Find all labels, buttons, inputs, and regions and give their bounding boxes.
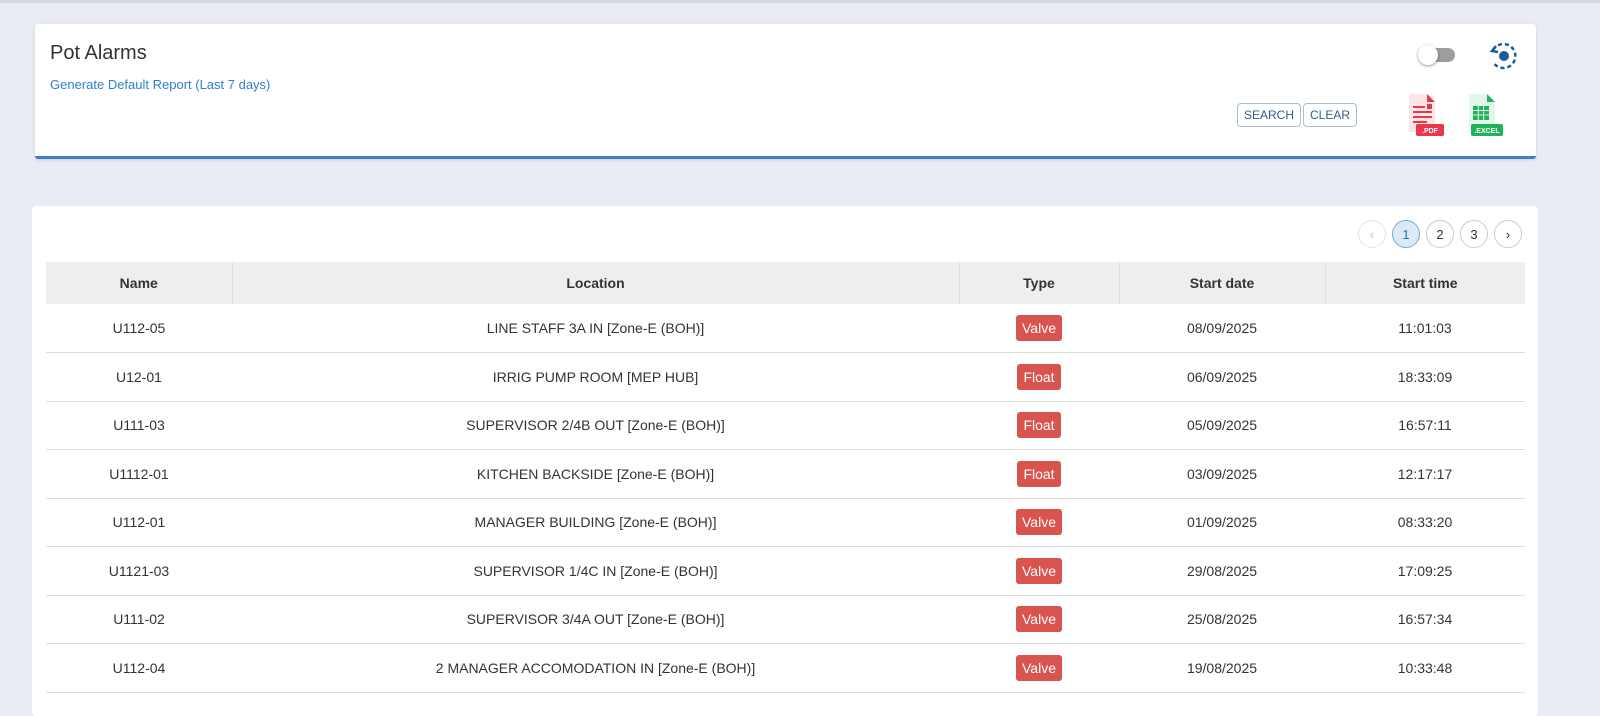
cell-start-date: 29/08/2025 [1119, 546, 1325, 596]
toggle-switch[interactable] [1418, 45, 1455, 65]
page-title: Pot Alarms [50, 42, 147, 64]
alarms-table: Name Location Type Start date Start time… [46, 262, 1525, 693]
cell-start-date: 25/08/2025 [1119, 595, 1325, 644]
next-page-button[interactable]: › [1494, 220, 1522, 248]
prev-page-button[interactable]: ‹ [1358, 220, 1386, 248]
search-button[interactable]: SEARCH [1237, 103, 1302, 127]
cell-start-date: 03/09/2025 [1119, 449, 1325, 499]
generate-default-report-link[interactable]: Generate Default Report (Last 7 days) [50, 77, 270, 92]
cell-location: KITCHEN BACKSIDE [Zone-E (BOH)] [232, 449, 959, 499]
svg-text:.PDF: .PDF [1422, 128, 1439, 135]
table-row[interactable]: U111-03 SUPERVISOR 2/4B OUT [Zone-E (BOH)… [46, 401, 1525, 450]
column-header-location[interactable]: Location [231, 262, 959, 304]
type-badge: Valve [1016, 509, 1062, 536]
cell-type: Valve [959, 304, 1119, 353]
cell-start-date: 19/08/2025 [1119, 643, 1325, 693]
results-card: ‹ 1 2 3 › Name Location Type Start date … [32, 206, 1538, 716]
cell-name: U1121-03 [46, 546, 232, 596]
page-1-button[interactable]: 1 [1392, 220, 1420, 248]
column-header-name[interactable]: Name [46, 262, 232, 304]
table-row[interactable]: U111-02 SUPERVISOR 3/4A OUT [Zone-E (BOH)… [46, 595, 1525, 644]
column-header-start-date[interactable]: Start date [1118, 262, 1325, 304]
type-badge: Float [1017, 412, 1061, 439]
type-badge: Float [1017, 460, 1061, 487]
cell-name: U1112-01 [46, 449, 232, 499]
table-row[interactable]: U1121-03 SUPERVISOR 1/4C IN [Zone-E (BOH)… [46, 546, 1525, 596]
table-row[interactable]: U112-04 2 MANAGER ACCOMODATION IN [Zone-E… [46, 643, 1525, 693]
cell-start-time: 10:33:48 [1325, 643, 1525, 693]
cell-type: Valve [959, 546, 1119, 596]
cell-location: SUPERVISOR 3/4A OUT [Zone-E (BOH)] [232, 595, 959, 644]
cell-start-date: 06/09/2025 [1119, 352, 1325, 402]
column-header-start-time[interactable]: Start time [1324, 262, 1525, 304]
type-badge: Valve [1016, 606, 1062, 633]
cell-start-time: 16:57:11 [1325, 401, 1525, 450]
page-2-button[interactable]: 2 [1426, 220, 1454, 248]
cell-name: U112-04 [46, 643, 232, 693]
table-row[interactable]: U12-01 IRRIG PUMP ROOM [MEP HUB] Float 06/0… [46, 352, 1525, 402]
table-row[interactable]: U112-01 MANAGER BUILDING [Zone-E (BOH)] Va… [46, 498, 1525, 547]
cell-start-time: 11:01:03 [1325, 304, 1525, 353]
reset-icon[interactable] [1487, 40, 1519, 72]
cell-type: Float [959, 401, 1119, 450]
table-row[interactable]: U112-05 LINE STAFF 3A IN [Zone-E (BOH)] Va… [46, 304, 1525, 353]
type-badge: Valve [1016, 315, 1062, 341]
cell-location: MANAGER BUILDING [Zone-E (BOH)] [232, 498, 959, 547]
cell-start-time: 08:33:20 [1325, 498, 1525, 547]
cell-name: U12-01 [46, 352, 232, 402]
type-badge: Valve [1016, 654, 1062, 681]
filter-card: Pot Alarms Generate Default Report (Last… [35, 24, 1536, 159]
cell-start-date: 08/09/2025 [1119, 304, 1325, 353]
cell-type: Float [959, 352, 1119, 402]
cell-name: U111-02 [46, 595, 232, 644]
cell-start-time: 17:09:25 [1325, 546, 1525, 596]
cell-type: Float [959, 449, 1119, 499]
cell-type: Valve [959, 643, 1119, 693]
cell-location: SUPERVISOR 2/4B OUT [Zone-E (BOH)] [232, 401, 959, 450]
cell-location: IRRIG PUMP ROOM [MEP HUB] [232, 352, 959, 402]
type-badge: Float [1017, 363, 1061, 390]
cell-name: U112-05 [46, 304, 232, 353]
excel-export-icon[interactable]: .EXCEL [1465, 92, 1505, 138]
cell-start-time: 18:33:09 [1325, 352, 1525, 402]
cell-type: Valve [959, 498, 1119, 547]
cell-start-date: 01/09/2025 [1119, 498, 1325, 547]
column-header-type[interactable]: Type [958, 262, 1119, 304]
cell-type: Valve [959, 595, 1119, 644]
cell-start-time: 16:57:34 [1325, 595, 1525, 644]
cell-location: LINE STAFF 3A IN [Zone-E (BOH)] [232, 304, 959, 353]
page-3-button[interactable]: 3 [1460, 220, 1488, 248]
cell-location: 2 MANAGER ACCOMODATION IN [Zone-E (BOH)] [232, 643, 959, 693]
clear-button[interactable]: CLEAR [1303, 103, 1358, 127]
cell-location: SUPERVISOR 1/4C IN [Zone-E (BOH)] [232, 546, 959, 596]
cell-start-date: 05/09/2025 [1119, 401, 1325, 450]
pagination: ‹ 1 2 3 › [1358, 220, 1522, 248]
cell-name: U111-03 [46, 401, 232, 450]
cell-name: U112-01 [46, 498, 232, 547]
table-row[interactable]: U1112-01 KITCHEN BACKSIDE [Zone-E (BOH)] F… [46, 449, 1525, 499]
svg-text:.EXCEL: .EXCEL [1474, 128, 1500, 135]
pdf-export-icon[interactable]: .PDF [1405, 92, 1445, 138]
cell-start-time: 12:17:17 [1325, 449, 1525, 499]
type-badge: Valve [1016, 557, 1062, 584]
